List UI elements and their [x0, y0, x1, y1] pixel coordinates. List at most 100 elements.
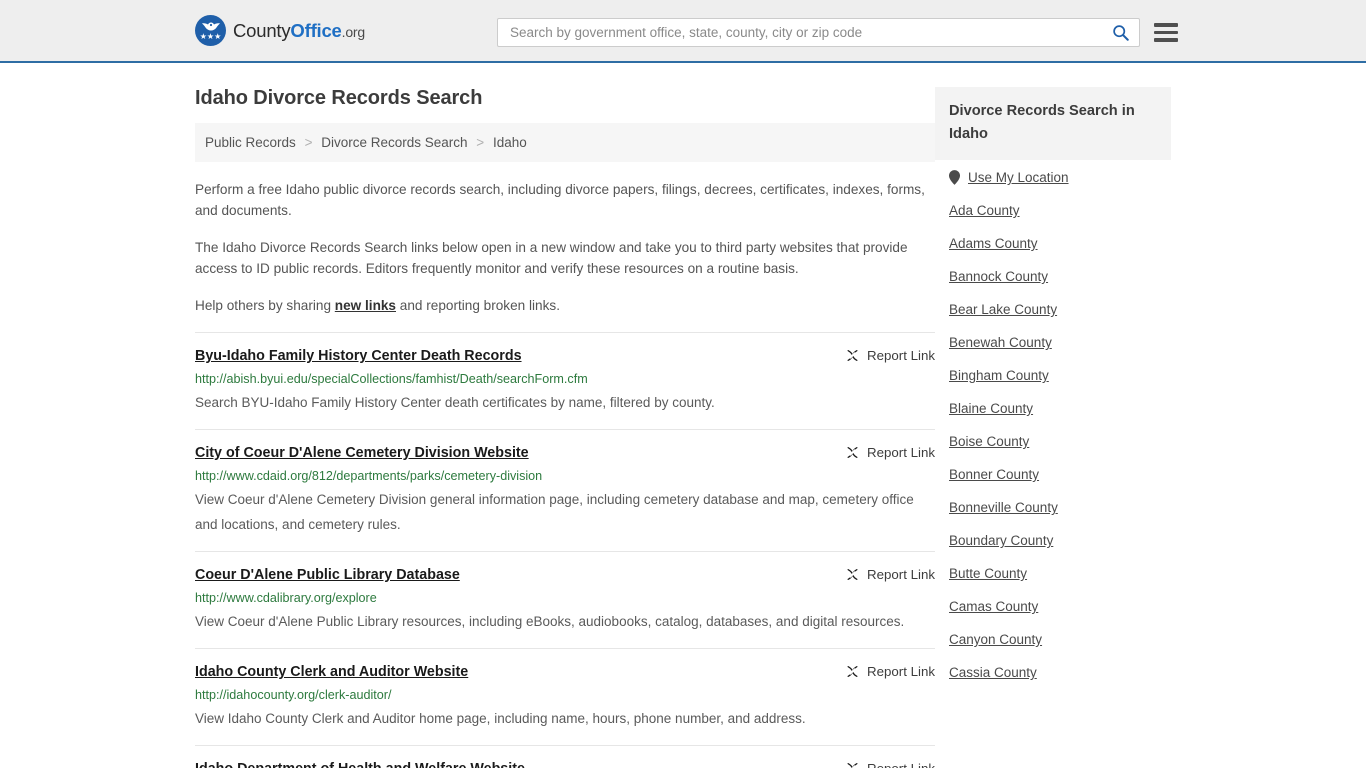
- sidebar-item-county[interactable]: Camas County: [949, 589, 1171, 622]
- help-line: Help others by sharing new links and rep…: [195, 295, 935, 316]
- result-description: View Coeur d'Alene Public Library resour…: [195, 614, 905, 629]
- hamburger-bar: [1154, 38, 1178, 42]
- sidebar-link-label[interactable]: Boundary County: [949, 533, 1053, 548]
- sidebar-item-county[interactable]: Canyon County: [949, 622, 1171, 655]
- logo-text: CountyOffice.org: [233, 20, 365, 42]
- sidebar-link-label[interactable]: Camas County: [949, 599, 1038, 614]
- result-url: http://www.cdaid.org/812/departments/par…: [195, 469, 543, 483]
- main-content: Idaho Divorce Records Search Public Reco…: [195, 63, 935, 768]
- hamburger-menu-icon[interactable]: [1154, 23, 1178, 42]
- search-input[interactable]: [508, 19, 1106, 46]
- result-title-link[interactable]: Idaho County Clerk and Auditor Website: [195, 663, 468, 681]
- report-link-button[interactable]: Report Link: [845, 663, 935, 679]
- sidebar-title: Divorce Records Search in Idaho: [935, 87, 1171, 160]
- breadcrumb-separator: >: [304, 135, 313, 150]
- sidebar: Divorce Records Search in Idaho Use My L…: [935, 63, 1171, 768]
- broken-link-icon: [847, 447, 858, 458]
- sidebar-link-label[interactable]: Butte County: [949, 566, 1027, 581]
- result-title-link[interactable]: Coeur D'Alene Public Library Database: [195, 566, 460, 584]
- sidebar-link-label[interactable]: Bonner County: [949, 467, 1039, 482]
- intro-paragraph-1: Perform a free Idaho public divorce reco…: [195, 182, 925, 218]
- breadcrumb: Public Records > Divorce Records Search …: [195, 123, 935, 162]
- search-button[interactable]: [1106, 24, 1131, 41]
- hamburger-bar: [1154, 23, 1178, 27]
- result-item: Idaho Department of Health and Welfare W…: [195, 745, 935, 768]
- breadcrumb-separator: >: [476, 135, 485, 150]
- breadcrumb-item-divorce-records-search[interactable]: Divorce Records Search: [321, 135, 467, 150]
- result-item: Coeur D'Alene Public Library Database Re…: [195, 551, 935, 648]
- search-box[interactable]: [497, 18, 1140, 47]
- sidebar-link-label[interactable]: Bannock County: [949, 269, 1048, 284]
- sidebar-link-label[interactable]: Boise County: [949, 434, 1029, 449]
- new-links-link[interactable]: new links: [335, 298, 396, 313]
- result-url: http://idahocounty.org/clerk-auditor/: [195, 688, 392, 702]
- sidebar-item-county[interactable]: Boise County: [949, 424, 1171, 457]
- intro-paragraph-2: The Idaho Divorce Records Search links b…: [195, 240, 908, 276]
- broken-link-icon: [847, 569, 858, 580]
- sidebar-item-county[interactable]: Cassia County: [949, 655, 1171, 688]
- site-header: ★★★ CountyOffice.org: [0, 0, 1366, 63]
- result-item: Byu-Idaho Family History Center Death Re…: [195, 332, 935, 429]
- logo-text-suffix: .org: [341, 23, 366, 40]
- page-body: Idaho Divorce Records Search Public Reco…: [0, 63, 1366, 768]
- page-title: Idaho Divorce Records Search: [195, 87, 483, 109]
- result-description: View Idaho County Clerk and Auditor home…: [195, 711, 806, 726]
- stars-glyph: ★★★: [199, 32, 222, 41]
- result-title-link[interactable]: Byu-Idaho Family History Center Death Re…: [195, 347, 522, 365]
- sidebar-item-county[interactable]: Bingham County: [949, 358, 1171, 391]
- sidebar-link-label[interactable]: Adams County: [949, 236, 1038, 251]
- help-line-after: and reporting broken links.: [396, 298, 560, 313]
- sidebar-item-county[interactable]: Butte County: [949, 556, 1171, 589]
- sidebar-item-use-my-location[interactable]: Use My Location: [949, 160, 1171, 193]
- sidebar-item-county[interactable]: Blaine County: [949, 391, 1171, 424]
- sidebar-link-label[interactable]: Bonneville County: [949, 500, 1058, 515]
- report-link-label: Report Link: [867, 567, 935, 582]
- sidebar-item-county[interactable]: Benewah County: [949, 325, 1171, 358]
- result-header: Idaho County Clerk and Auditor Website R…: [195, 663, 935, 681]
- result-item: City of Coeur D'Alene Cemetery Division …: [195, 429, 935, 551]
- sidebar-item-county[interactable]: Bear Lake County: [949, 292, 1171, 325]
- sidebar-item-county[interactable]: Bonner County: [949, 457, 1171, 490]
- help-line-before: Help others by sharing: [195, 298, 335, 313]
- breadcrumb-item-idaho: Idaho: [492, 135, 527, 150]
- report-link-button[interactable]: Report Link: [845, 566, 935, 582]
- result-header: Coeur D'Alene Public Library Database Re…: [195, 566, 935, 584]
- logo-text-bold: Office: [290, 19, 342, 41]
- sidebar-link-label[interactable]: Bingham County: [949, 368, 1049, 383]
- result-title-link[interactable]: Idaho Department of Health and Welfare W…: [195, 760, 525, 768]
- report-link-button[interactable]: Report Link: [845, 760, 935, 768]
- sidebar-item-county[interactable]: Adams County: [949, 226, 1171, 259]
- report-link-label: Report Link: [867, 664, 935, 679]
- sidebar-item-county[interactable]: Boundary County: [949, 523, 1171, 556]
- result-description: View Coeur d'Alene Cemetery Division gen…: [195, 492, 914, 532]
- result-description: Search BYU-Idaho Family History Center d…: [195, 395, 715, 410]
- broken-link-icon: [847, 763, 858, 768]
- logo-text-prefix: County: [233, 19, 291, 41]
- sidebar-link-label[interactable]: Benewah County: [949, 335, 1052, 350]
- result-title-link[interactable]: City of Coeur D'Alene Cemetery Division …: [195, 444, 529, 462]
- hamburger-bar: [1154, 30, 1178, 35]
- report-link-label: Report Link: [867, 348, 935, 363]
- sidebar-item-county[interactable]: Bonneville County: [949, 490, 1171, 523]
- eagle-seal-icon: ★★★: [195, 15, 226, 46]
- result-header: Byu-Idaho Family History Center Death Re…: [195, 347, 935, 365]
- breadcrumb-item-public-records[interactable]: Public Records: [205, 135, 296, 150]
- result-url: http://abish.byui.edu/specialCollections…: [195, 372, 588, 386]
- sidebar-item-county[interactable]: Ada County: [949, 193, 1171, 226]
- eagle-glyph: [201, 22, 220, 31]
- map-pin-icon: [949, 170, 960, 185]
- sidebar-link-label[interactable]: Ada County: [949, 203, 1020, 218]
- sidebar-link-label[interactable]: Canyon County: [949, 632, 1042, 647]
- sidebar-link-label[interactable]: Blaine County: [949, 401, 1033, 416]
- sidebar-link-label[interactable]: Cassia County: [949, 665, 1037, 680]
- broken-link-icon: [847, 666, 858, 677]
- report-link-button[interactable]: Report Link: [845, 444, 935, 460]
- sidebar-item-county[interactable]: Bannock County: [949, 259, 1171, 292]
- sidebar-link-label[interactable]: Bear Lake County: [949, 302, 1057, 317]
- site-logo[interactable]: ★★★ CountyOffice.org: [195, 15, 365, 46]
- sidebar-link-label[interactable]: Use My Location: [968, 170, 1069, 185]
- report-link-label: Report Link: [867, 445, 935, 460]
- report-link-button[interactable]: Report Link: [845, 347, 935, 363]
- report-link-label: Report Link: [867, 761, 935, 768]
- broken-link-icon: [847, 350, 858, 361]
